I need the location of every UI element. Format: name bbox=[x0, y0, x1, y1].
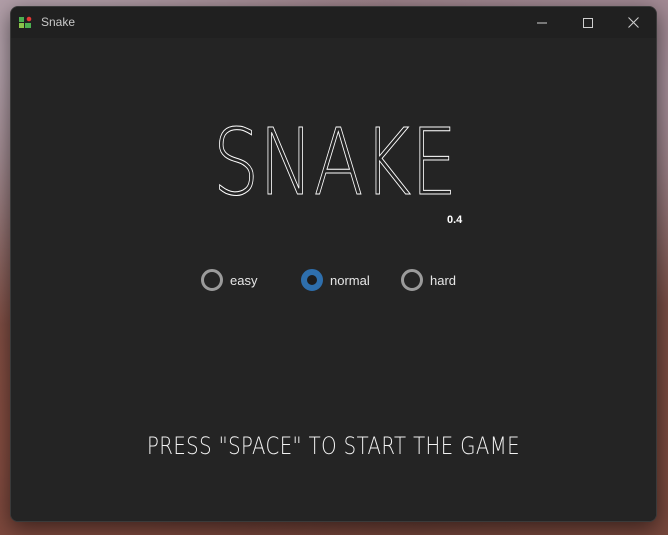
radio-label-hard[interactable]: hard bbox=[430, 273, 456, 288]
maximize-icon bbox=[583, 17, 593, 28]
difficulty-easy-radio[interactable]: easy bbox=[201, 267, 257, 293]
logo-text: SNAKE bbox=[213, 109, 457, 198]
game-menu: SNAKE 0.4 easy normal hard PRESS "SPACE"… bbox=[11, 38, 656, 521]
snake-window: Snake SNAKE 0.4 easy normal hard PRESS "… bbox=[10, 6, 657, 522]
radio-circle[interactable] bbox=[301, 269, 323, 291]
difficulty-selector: easy normal hard bbox=[201, 267, 481, 293]
radio-label-easy[interactable]: easy bbox=[230, 273, 257, 288]
difficulty-normal-radio[interactable]: normal bbox=[301, 267, 370, 293]
title-bar[interactable]: Snake bbox=[11, 7, 656, 38]
version-label: 0.4 bbox=[447, 214, 463, 226]
minimize-button[interactable] bbox=[519, 7, 565, 38]
start-prompt: PRESS "SPACE" TO START THE GAME bbox=[146, 432, 521, 460]
minimize-icon bbox=[537, 22, 547, 23]
game-logo: SNAKE bbox=[213, 109, 458, 199]
window-title: Snake bbox=[41, 15, 76, 29]
maximize-button[interactable] bbox=[565, 7, 611, 38]
radio-circle[interactable] bbox=[201, 269, 223, 291]
close-button[interactable] bbox=[610, 7, 656, 38]
difficulty-hard-radio[interactable]: hard bbox=[401, 267, 456, 293]
snake-app-icon bbox=[19, 16, 32, 28]
radio-label-normal[interactable]: normal bbox=[330, 273, 370, 288]
close-icon bbox=[627, 17, 639, 28]
radio-circle[interactable] bbox=[401, 269, 423, 291]
